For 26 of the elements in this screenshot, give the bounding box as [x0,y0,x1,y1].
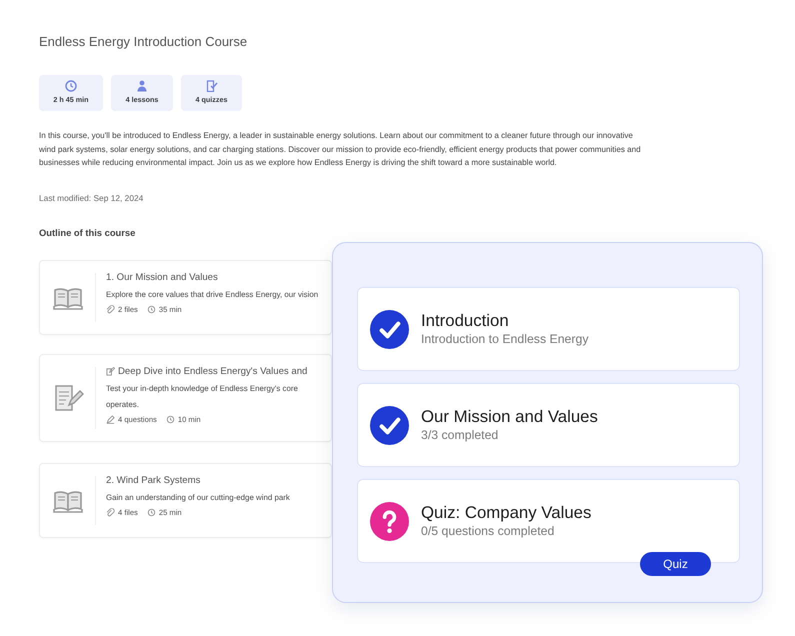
course-title: Endless Energy Introduction Course [39,34,248,50]
lesson-title: Deep Dive into Endless Energy's Values and [118,365,308,378]
edit-icon [106,367,115,376]
item-subtitle: 0/5 questions completed [421,524,556,539]
pencil-icon [106,415,115,424]
item-title: Introduction [421,311,510,330]
item-subtitle: Introduction to Endless Energy [421,332,588,347]
outline-heading: Outline of this course [39,226,136,240]
course-description: In this course, you'll be introduced to Endless Energy, a leader in sustainable energy solutions. Learn about our commitment to a cleaner future through our innovative wind park systems, solar energy solutions, and car charging stations. Discover our mission to provide eco-friendly, efficient energy products that power communities and businesses while reducing environmental impact. Join us as we explore how Endless Energy is driving the shift toward a more sustainable world. [39,130,641,169]
item-title: Quiz: Company Values [421,503,592,522]
item-title: Our Mission and Values [421,407,598,426]
progress-card[interactable]: Introduction Introduction to Endless Energy [357,287,740,371]
document-check-icon [206,80,218,92]
item-subtitle: 3/3 completed [421,428,500,443]
clock-icon [146,305,156,314]
clock-icon [146,508,156,518]
last-modified-text: Last modified: Sep 12, 2024 [39,192,144,204]
progress-card[interactable]: Our Mission and Values 3/3 completed [357,383,740,467]
clock-icon [166,415,175,424]
lesson-title: 1. Our Mission and Values [106,271,218,284]
person-icon [136,80,148,92]
paperclip-icon [106,305,115,314]
clock-icon [65,80,77,92]
quiz-button[interactable]: Quiz [640,552,711,576]
paperclip-icon [106,508,115,518]
lesson-title: 2. Wind Park Systems [106,474,200,488]
